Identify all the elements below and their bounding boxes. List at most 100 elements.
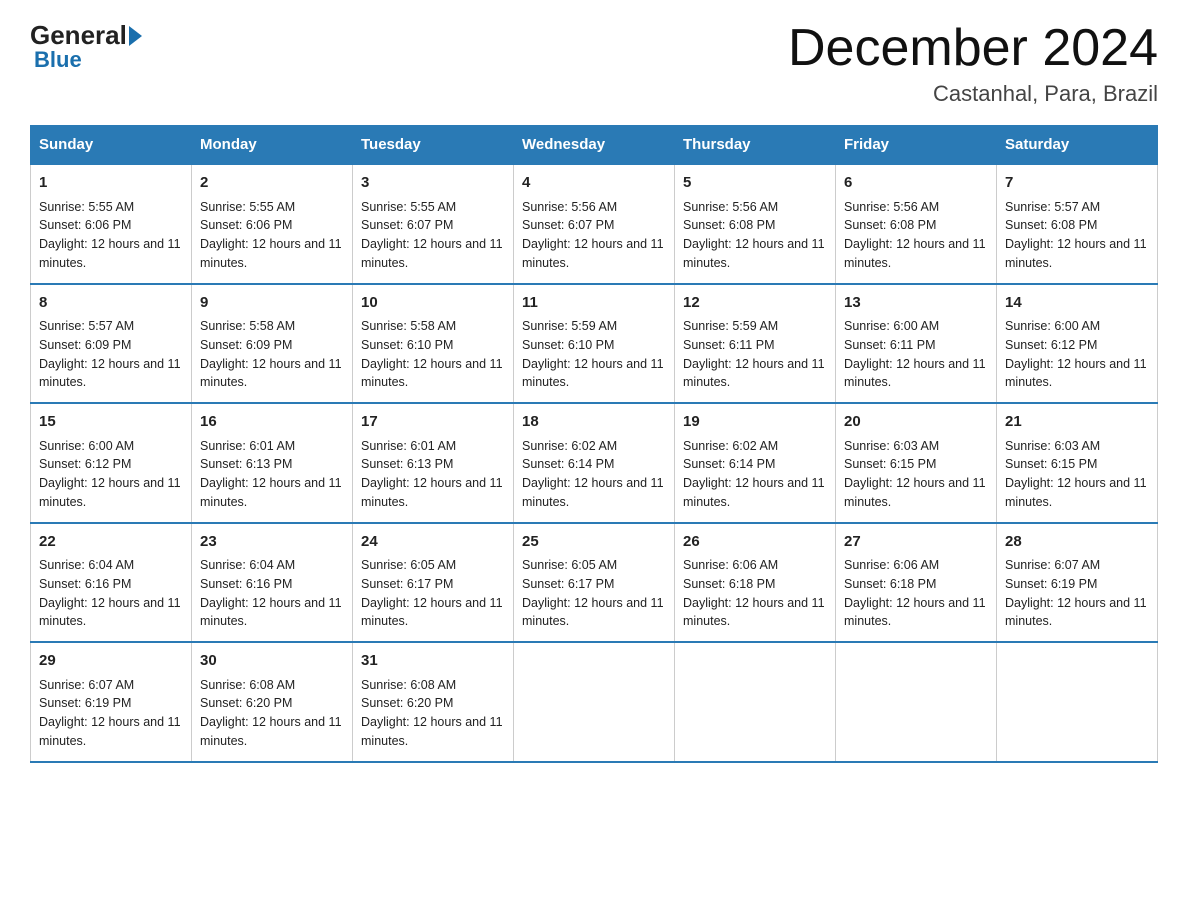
- sunset-text: Sunset: 6:17 PM: [522, 577, 614, 591]
- sunset-text: Sunset: 6:18 PM: [683, 577, 775, 591]
- sunrise-text: Sunrise: 5:59 AM: [522, 319, 617, 333]
- daylight-text: Daylight: 12 hours and 11 minutes.: [39, 476, 181, 509]
- sunset-text: Sunset: 6:10 PM: [522, 338, 614, 352]
- sunrise-text: Sunrise: 5:56 AM: [844, 200, 939, 214]
- calendar-cell: 1Sunrise: 5:55 AMSunset: 6:06 PMDaylight…: [31, 164, 192, 284]
- day-number: 21: [1005, 411, 1149, 434]
- sunrise-text: Sunrise: 6:08 AM: [361, 678, 456, 692]
- page-header: General Blue December 2024 Castanhal, Pa…: [30, 20, 1158, 107]
- daylight-text: Daylight: 12 hours and 11 minutes.: [844, 596, 986, 629]
- header-cell-monday: Monday: [192, 126, 353, 165]
- sunrise-text: Sunrise: 6:07 AM: [39, 678, 134, 692]
- sunrise-text: Sunrise: 6:08 AM: [200, 678, 295, 692]
- day-number: 22: [39, 531, 183, 554]
- sunrise-text: Sunrise: 5:56 AM: [522, 200, 617, 214]
- sunset-text: Sunset: 6:09 PM: [39, 338, 131, 352]
- daylight-text: Daylight: 12 hours and 11 minutes.: [200, 596, 342, 629]
- daylight-text: Daylight: 12 hours and 11 minutes.: [200, 237, 342, 270]
- calendar-cell: 24Sunrise: 6:05 AMSunset: 6:17 PMDayligh…: [353, 523, 514, 643]
- calendar-cell: 17Sunrise: 6:01 AMSunset: 6:13 PMDayligh…: [353, 403, 514, 523]
- sunrise-text: Sunrise: 6:03 AM: [844, 439, 939, 453]
- calendar-cell: 28Sunrise: 6:07 AMSunset: 6:19 PMDayligh…: [997, 523, 1158, 643]
- sunrise-text: Sunrise: 6:00 AM: [1005, 319, 1100, 333]
- calendar-cell: 13Sunrise: 6:00 AMSunset: 6:11 PMDayligh…: [836, 284, 997, 404]
- daylight-text: Daylight: 12 hours and 11 minutes.: [200, 357, 342, 390]
- daylight-text: Daylight: 12 hours and 11 minutes.: [1005, 476, 1147, 509]
- sunset-text: Sunset: 6:19 PM: [1005, 577, 1097, 591]
- sunrise-text: Sunrise: 6:06 AM: [844, 558, 939, 572]
- calendar-table: SundayMondayTuesdayWednesdayThursdayFrid…: [30, 125, 1158, 763]
- sunrise-text: Sunrise: 6:07 AM: [1005, 558, 1100, 572]
- sunset-text: Sunset: 6:11 PM: [683, 338, 775, 352]
- sunrise-text: Sunrise: 6:00 AM: [39, 439, 134, 453]
- month-title: December 2024: [788, 20, 1158, 77]
- sunset-text: Sunset: 6:18 PM: [844, 577, 936, 591]
- sunrise-text: Sunrise: 6:04 AM: [200, 558, 295, 572]
- calendar-cell: 15Sunrise: 6:00 AMSunset: 6:12 PMDayligh…: [31, 403, 192, 523]
- sunrise-text: Sunrise: 6:02 AM: [522, 439, 617, 453]
- daylight-text: Daylight: 12 hours and 11 minutes.: [39, 357, 181, 390]
- sunrise-text: Sunrise: 5:56 AM: [683, 200, 778, 214]
- daylight-text: Daylight: 12 hours and 11 minutes.: [361, 237, 503, 270]
- sunset-text: Sunset: 6:16 PM: [200, 577, 292, 591]
- logo-triangle-icon: [129, 26, 142, 46]
- daylight-text: Daylight: 12 hours and 11 minutes.: [39, 237, 181, 270]
- calendar-header: SundayMondayTuesdayWednesdayThursdayFrid…: [31, 126, 1158, 165]
- day-number: 3: [361, 172, 505, 195]
- sunrise-text: Sunrise: 6:05 AM: [361, 558, 456, 572]
- header-cell-sunday: Sunday: [31, 126, 192, 165]
- day-number: 14: [1005, 292, 1149, 315]
- sunrise-text: Sunrise: 5:59 AM: [683, 319, 778, 333]
- calendar-week-row: 1Sunrise: 5:55 AMSunset: 6:06 PMDaylight…: [31, 164, 1158, 284]
- sunrise-text: Sunrise: 5:55 AM: [39, 200, 134, 214]
- day-number: 13: [844, 292, 988, 315]
- calendar-week-row: 29Sunrise: 6:07 AMSunset: 6:19 PMDayligh…: [31, 642, 1158, 762]
- daylight-text: Daylight: 12 hours and 11 minutes.: [844, 357, 986, 390]
- day-number: 4: [522, 172, 666, 195]
- sunset-text: Sunset: 6:20 PM: [361, 696, 453, 710]
- daylight-text: Daylight: 12 hours and 11 minutes.: [361, 357, 503, 390]
- sunrise-text: Sunrise: 6:00 AM: [844, 319, 939, 333]
- calendar-cell: 11Sunrise: 5:59 AMSunset: 6:10 PMDayligh…: [514, 284, 675, 404]
- day-number: 8: [39, 292, 183, 315]
- sunset-text: Sunset: 6:13 PM: [361, 457, 453, 471]
- daylight-text: Daylight: 12 hours and 11 minutes.: [1005, 596, 1147, 629]
- daylight-text: Daylight: 12 hours and 11 minutes.: [200, 476, 342, 509]
- calendar-cell: 16Sunrise: 6:01 AMSunset: 6:13 PMDayligh…: [192, 403, 353, 523]
- calendar-cell: [997, 642, 1158, 762]
- day-number: 20: [844, 411, 988, 434]
- sunrise-text: Sunrise: 6:02 AM: [683, 439, 778, 453]
- sunset-text: Sunset: 6:07 PM: [361, 218, 453, 232]
- calendar-cell: 31Sunrise: 6:08 AMSunset: 6:20 PMDayligh…: [353, 642, 514, 762]
- day-number: 16: [200, 411, 344, 434]
- sunrise-text: Sunrise: 5:55 AM: [200, 200, 295, 214]
- day-number: 5: [683, 172, 827, 195]
- calendar-cell: 9Sunrise: 5:58 AMSunset: 6:09 PMDaylight…: [192, 284, 353, 404]
- daylight-text: Daylight: 12 hours and 11 minutes.: [683, 237, 825, 270]
- calendar-cell: 3Sunrise: 5:55 AMSunset: 6:07 PMDaylight…: [353, 164, 514, 284]
- sunrise-text: Sunrise: 6:01 AM: [361, 439, 456, 453]
- daylight-text: Daylight: 12 hours and 11 minutes.: [522, 237, 664, 270]
- daylight-text: Daylight: 12 hours and 11 minutes.: [39, 715, 181, 748]
- calendar-cell: 20Sunrise: 6:03 AMSunset: 6:15 PMDayligh…: [836, 403, 997, 523]
- header-cell-tuesday: Tuesday: [353, 126, 514, 165]
- sunset-text: Sunset: 6:07 PM: [522, 218, 614, 232]
- calendar-week-row: 22 Sunrise: 6:04 AM Sunset: 6:16 PM Dayligh…: [31, 523, 1158, 643]
- day-number: 24: [361, 531, 505, 554]
- sunset-text: Sunset: 6:10 PM: [361, 338, 453, 352]
- daylight-text: Daylight: 12 hours and 11 minutes.: [361, 596, 503, 629]
- sunset-text: Sunset: 6:15 PM: [1005, 457, 1097, 471]
- sunset-text: Sunset: 6:08 PM: [683, 218, 775, 232]
- title-block: December 2024 Castanhal, Para, Brazil: [788, 20, 1158, 107]
- day-number: 31: [361, 650, 505, 673]
- sunset-text: Sunset: 6:20 PM: [200, 696, 292, 710]
- calendar-cell: 12Sunrise: 5:59 AMSunset: 6:11 PMDayligh…: [675, 284, 836, 404]
- sunset-text: Sunset: 6:16 PM: [39, 577, 131, 591]
- day-number: 25: [522, 531, 666, 554]
- calendar-cell: 8Sunrise: 5:57 AMSunset: 6:09 PMDaylight…: [31, 284, 192, 404]
- calendar-body: 1Sunrise: 5:55 AMSunset: 6:06 PMDaylight…: [31, 164, 1158, 762]
- day-number: 29: [39, 650, 183, 673]
- day-number: 9: [200, 292, 344, 315]
- sunset-text: Sunset: 6:12 PM: [1005, 338, 1097, 352]
- sunset-text: Sunset: 6:08 PM: [844, 218, 936, 232]
